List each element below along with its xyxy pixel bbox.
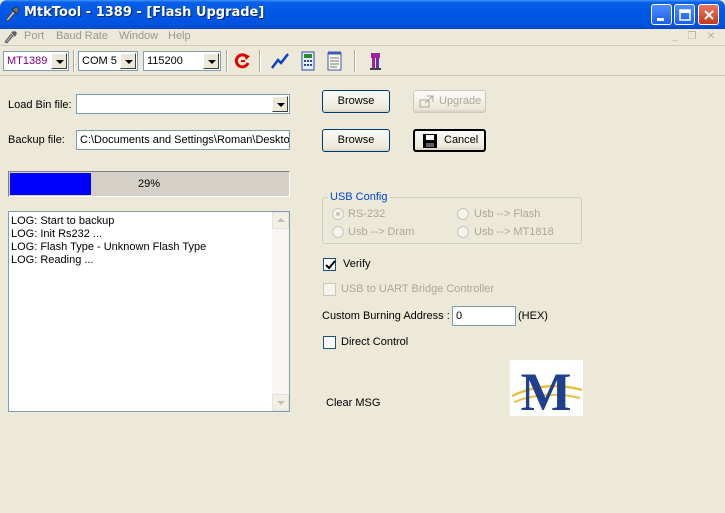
window-title: MtkTool - 1389 - [Flash Upgrade] [24, 5, 265, 20]
toolbar-separator [259, 50, 261, 72]
log-scrollbar[interactable] [272, 212, 289, 411]
address-unit: (HEX) [518, 310, 548, 322]
upgrade-icon [419, 95, 434, 108]
toolbar-separator [354, 50, 356, 72]
chart-icon[interactable] [270, 51, 290, 71]
log-line: LOG: Flash Type - Unknown Flash Type [11, 241, 207, 253]
address-label: Custom Burning Address : [322, 310, 450, 322]
save-icon [423, 134, 437, 148]
menu-window[interactable]: Window [119, 30, 158, 42]
maximize-button[interactable] [674, 4, 695, 25]
chevron-down-icon[interactable] [272, 96, 288, 112]
radio-usb-flash-label: Usb --> Flash [474, 208, 541, 220]
toolbar-separator [226, 50, 228, 72]
address-value: 0 [456, 310, 463, 322]
uart-bridge-label: USB to UART Bridge Controller [341, 283, 495, 295]
chevron-down-icon[interactable] [51, 53, 67, 69]
app-icon [5, 6, 20, 22]
scroll-up-icon[interactable] [272, 212, 289, 229]
backup-file-value: C:\Documents and Settings\Roman\Deskto [80, 134, 290, 146]
port-select[interactable]: COM 5 [78, 51, 138, 71]
address-input[interactable]: 0 [452, 306, 516, 326]
title-bar[interactable]: MtkTool - 1389 - [Flash Upgrade] [0, 0, 725, 29]
log-line: LOG: Reading ... [11, 254, 94, 266]
calculator-icon[interactable] [298, 51, 318, 71]
checkmark-icon [325, 260, 336, 270]
port-value: COM 5 [82, 55, 117, 67]
verify-checkbox[interactable] [323, 258, 336, 271]
chip-value: MT1389 [7, 55, 48, 67]
cancel-label: Cancel [444, 134, 479, 146]
baud-select[interactable]: 115200 [143, 51, 221, 71]
progress-bar: 29% [8, 171, 290, 197]
verify-label: Verify [343, 258, 371, 270]
radio-usb-flash[interactable] [457, 208, 469, 220]
mediatek-logo: M [510, 360, 583, 422]
document-icon [4, 31, 17, 44]
close-button[interactable] [698, 4, 719, 25]
clear-msg-button[interactable]: Clear MSG [326, 397, 380, 409]
menu-baud-rate[interactable]: Baud Rate [56, 30, 108, 42]
load-bin-label: Load Bin file: [8, 99, 72, 111]
notepad-icon[interactable] [325, 51, 345, 71]
radio-rs232-label: RS-232 [348, 208, 386, 220]
logo-graphic: M [511, 362, 583, 422]
menu-port[interactable]: Port [24, 30, 44, 42]
backup-label: Backup file: [8, 134, 65, 146]
radio-usb-dram-label: Usb --> Dram [348, 226, 415, 238]
radio-usb-mt1818-label: Usb --> MT1818 [474, 226, 554, 238]
chevron-down-icon[interactable] [203, 53, 219, 69]
radio-rs232[interactable] [332, 208, 344, 220]
minimize-button[interactable] [651, 4, 672, 25]
mdi-restore-icon[interactable]: ❐ [685, 31, 699, 43]
toolbar: MT1389 COM 5 115200 [0, 47, 725, 76]
radio-usb-dram[interactable] [332, 226, 344, 238]
cancel-button[interactable]: Cancel [413, 129, 486, 152]
mdi-close-icon[interactable]: ✕ [704, 31, 718, 43]
upgrade-button[interactable]: Upgrade [413, 90, 486, 113]
radio-usb-mt1818[interactable] [457, 226, 469, 238]
load-bin-select[interactable] [76, 94, 290, 114]
menu-help[interactable]: Help [168, 30, 191, 42]
backup-file-input[interactable]: C:\Documents and Settings\Roman\Deskto [76, 130, 290, 150]
chevron-down-icon[interactable] [120, 53, 136, 69]
toolbar-separator [73, 50, 75, 72]
direct-control-checkbox[interactable] [323, 336, 336, 349]
info-icon[interactable] [366, 51, 386, 71]
refresh-icon[interactable] [233, 51, 253, 71]
menu-bar: Port Baud Rate Window Help _ ❐ ✕ [0, 29, 725, 46]
mdi-minimize-icon[interactable]: _ [668, 31, 682, 43]
progress-percent: 29% [137, 178, 161, 190]
direct-control-label: Direct Control [341, 336, 409, 348]
browse-backup-button[interactable]: Browse [322, 129, 390, 152]
log-textarea[interactable]: LOG: Start to backup LOG: Init Rs232 ...… [8, 211, 290, 412]
chip-select[interactable]: MT1389 [3, 51, 69, 71]
baud-value: 115200 [147, 55, 183, 67]
uart-bridge-checkbox[interactable] [323, 283, 336, 296]
upgrade-label: Upgrade [439, 95, 482, 107]
scroll-down-icon[interactable] [272, 394, 289, 411]
log-line: LOG: Start to backup [11, 215, 115, 227]
logo-letter: M [521, 362, 572, 416]
browse-bin-button[interactable]: Browse [322, 90, 390, 113]
usb-config-title: USB Config [328, 191, 390, 203]
log-line: LOG: Init Rs232 ... [11, 228, 103, 240]
